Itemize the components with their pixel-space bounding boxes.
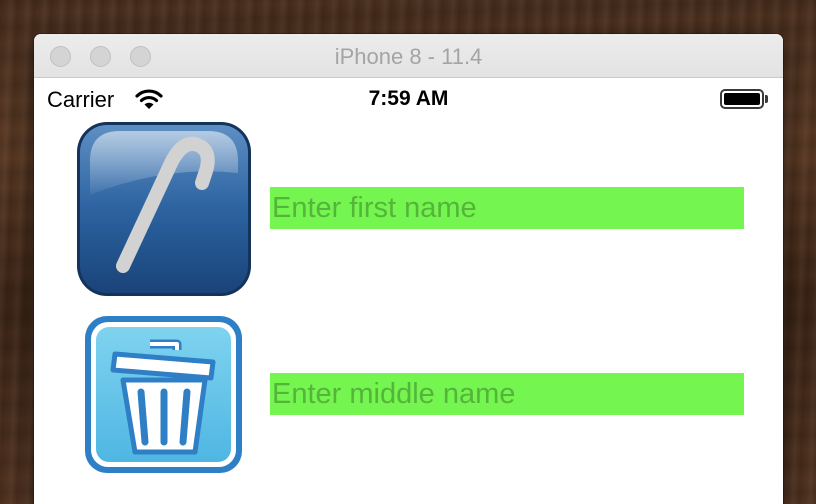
first-name-field[interactable]	[270, 187, 744, 229]
middle-name-field[interactable]	[270, 373, 744, 415]
battery-level	[724, 93, 760, 105]
battery-tip	[765, 95, 768, 103]
battery-icon	[720, 89, 764, 109]
candy-cane-icon	[77, 122, 251, 296]
status-time: 7:59 AM	[368, 87, 449, 110]
trash-can-icon	[85, 316, 242, 473]
desktop-background: iPhone 8 - 11.4 Carrier 7:59 AM	[0, 0, 816, 504]
ios-status-bar: Carrier 7:59 AM	[34, 78, 783, 118]
title-bar: iPhone 8 - 11.4	[34, 34, 783, 78]
window-title: iPhone 8 - 11.4	[334, 44, 483, 69]
simulator-window: iPhone 8 - 11.4 Carrier 7:59 AM	[34, 34, 783, 504]
